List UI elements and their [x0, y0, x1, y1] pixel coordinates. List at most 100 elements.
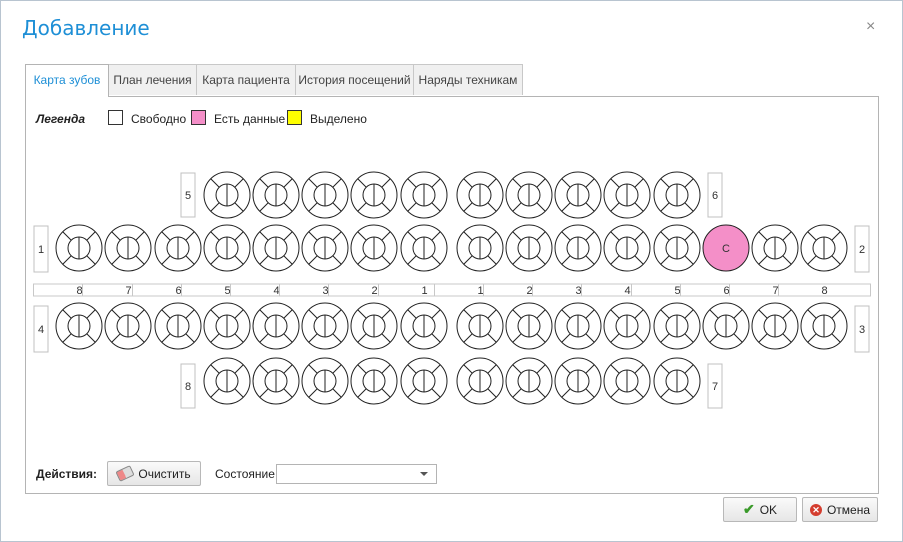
tooth-8-2[interactable] — [350, 357, 398, 405]
tooth-4-3[interactable] — [301, 302, 349, 350]
svg-text:6: 6 — [712, 190, 718, 202]
tooth-1-2[interactable] — [350, 224, 398, 272]
svg-text:5: 5 — [185, 190, 191, 202]
tooth-1-4[interactable] — [252, 224, 300, 272]
tooth-3-8[interactable] — [800, 302, 848, 350]
tooth-1-7[interactable] — [104, 224, 152, 272]
tooth-5-3[interactable] — [301, 171, 349, 219]
tooth-2-5[interactable] — [653, 224, 701, 272]
svg-text:6: 6 — [723, 285, 729, 297]
tooth-2-8[interactable] — [800, 224, 848, 272]
svg-text:6: 6 — [175, 285, 181, 297]
tooth-3-3[interactable] — [554, 302, 602, 350]
clear-button-label: Очистить — [138, 466, 191, 481]
quadrant-label-3[interactable]: 3 — [854, 305, 870, 353]
svg-text:5: 5 — [674, 285, 680, 297]
tooth-2-7[interactable] — [751, 224, 799, 272]
tooth-3-6[interactable] — [702, 302, 750, 350]
svg-text:4: 4 — [38, 324, 44, 336]
ok-button-label: OK — [759, 502, 778, 517]
tooth-1-6[interactable] — [154, 224, 202, 272]
tooth-1-8[interactable] — [55, 224, 103, 272]
tooth-2-1[interactable] — [456, 224, 504, 272]
quadrant-label-8[interactable]: 8 — [180, 363, 196, 409]
svg-text:1: 1 — [421, 285, 427, 297]
svg-text:3: 3 — [575, 285, 581, 297]
tooth-5-1[interactable] — [400, 171, 448, 219]
tooth-7-4[interactable] — [603, 357, 651, 405]
tooth-2-4[interactable] — [603, 224, 651, 272]
cancel-icon: ✕ — [809, 503, 822, 516]
tooth-4-1[interactable] — [400, 302, 448, 350]
tooth-7-3[interactable] — [554, 357, 602, 405]
svg-text:8: 8 — [185, 381, 191, 393]
quadrant-label-5[interactable]: 5 — [180, 172, 196, 218]
tooth-8-1[interactable] — [400, 357, 448, 405]
svg-text:3: 3 — [322, 285, 328, 297]
svg-text:2: 2 — [526, 285, 532, 297]
tooth-6-3[interactable] — [554, 171, 602, 219]
svg-text:1: 1 — [477, 285, 483, 297]
svg-text:3: 3 — [859, 324, 865, 336]
tooth-6-1[interactable] — [456, 171, 504, 219]
cancel-button[interactable]: ✕ Отмена — [802, 497, 878, 522]
tooth-3-5[interactable] — [653, 302, 701, 350]
svg-text:5: 5 — [224, 285, 230, 297]
tab-tooth-chart[interactable]: Карта зубов — [25, 64, 109, 97]
tooth-3-7[interactable] — [751, 302, 799, 350]
svg-text:1: 1 — [38, 244, 44, 256]
tooth-4-8[interactable] — [55, 302, 103, 350]
tooth-4-6[interactable] — [154, 302, 202, 350]
quadrant-label-4[interactable]: 4 — [33, 305, 49, 353]
tooth-4-2[interactable] — [350, 302, 398, 350]
tooth-2-3[interactable] — [554, 224, 602, 272]
tooth-6-2[interactable] — [505, 171, 553, 219]
tooth-7-1[interactable] — [456, 357, 504, 405]
eraser-icon — [115, 465, 135, 482]
tooth-7-5[interactable] — [653, 357, 701, 405]
tooth-5-4[interactable] — [252, 171, 300, 219]
actions-label: Действия: — [36, 467, 98, 481]
svg-text:8: 8 — [76, 285, 82, 297]
tooth-number-right: 8 — [778, 283, 871, 297]
quadrant-label-7[interactable]: 7 — [707, 363, 723, 409]
tooth-1-1[interactable] — [400, 224, 448, 272]
tooth-4-5[interactable] — [203, 302, 251, 350]
svg-text:7: 7 — [772, 285, 778, 297]
tooth-2-2[interactable] — [505, 224, 553, 272]
svg-text:8: 8 — [821, 285, 827, 297]
tooth-8-4[interactable] — [252, 357, 300, 405]
tooth-2-6[interactable]: C — [702, 224, 750, 272]
tooth-8-5[interactable] — [203, 357, 251, 405]
svg-text:4: 4 — [624, 285, 630, 297]
tooth-3-1[interactable] — [456, 302, 504, 350]
tooth-mark: C — [722, 243, 730, 255]
svg-text:2: 2 — [859, 244, 865, 256]
quadrant-label-2[interactable]: 2 — [854, 225, 870, 273]
chevron-down-icon — [420, 472, 428, 476]
ok-button[interactable]: ✔ OK — [723, 497, 797, 522]
tooth-4-4[interactable] — [252, 302, 300, 350]
tooth-3-4[interactable] — [603, 302, 651, 350]
tooth-6-5[interactable] — [653, 171, 701, 219]
tooth-1-5[interactable] — [203, 224, 251, 272]
svg-text:2: 2 — [371, 285, 377, 297]
tooth-8-3[interactable] — [301, 357, 349, 405]
tooth-6-4[interactable] — [603, 171, 651, 219]
tooth-5-5[interactable] — [203, 171, 251, 219]
check-icon: ✔ — [742, 501, 755, 517]
tooth-1-3[interactable] — [301, 224, 349, 272]
quadrant-label-1[interactable]: 1 — [33, 225, 49, 273]
svg-text:4: 4 — [273, 285, 279, 297]
state-select[interactable] — [276, 464, 437, 484]
cancel-button-label: Отмена — [826, 502, 871, 517]
tooth-7-2[interactable] — [505, 357, 553, 405]
clear-button[interactable]: Очистить — [107, 461, 201, 486]
tooth-5-2[interactable] — [350, 171, 398, 219]
quadrant-label-6[interactable]: 6 — [707, 172, 723, 218]
svg-text:7: 7 — [712, 381, 718, 393]
state-label: Состояние — [215, 467, 275, 481]
tooth-4-7[interactable] — [104, 302, 152, 350]
tooth-3-2[interactable] — [505, 302, 553, 350]
svg-text:7: 7 — [125, 285, 131, 297]
